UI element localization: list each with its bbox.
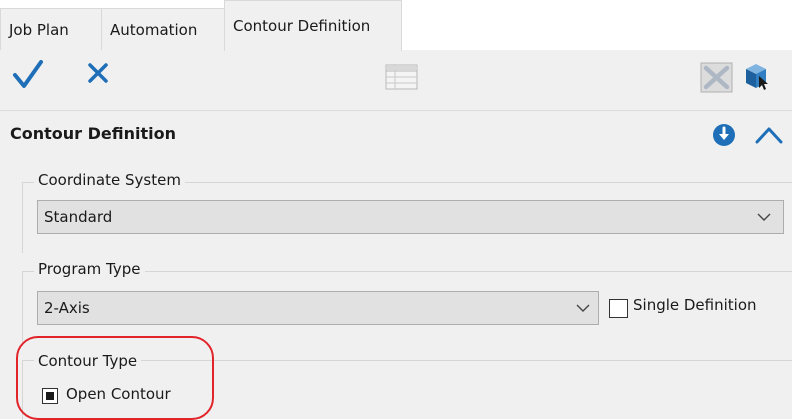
dropdown-value: Standard bbox=[44, 208, 113, 226]
checkmark-icon[interactable] bbox=[12, 58, 44, 96]
dropdown-value: 2-Axis bbox=[44, 299, 90, 317]
tab-contour-definition[interactable]: Contour Definition bbox=[224, 0, 402, 51]
close-icon[interactable] bbox=[86, 60, 110, 90]
highlight-annotation bbox=[16, 336, 214, 420]
chevron-up-icon[interactable] bbox=[754, 124, 784, 150]
program-type-dropdown[interactable]: 2-Axis bbox=[37, 291, 599, 325]
toolbar bbox=[0, 50, 792, 108]
tab-label: Contour Definition bbox=[233, 17, 371, 35]
tab-automation[interactable]: Automation bbox=[101, 8, 225, 50]
chevron-down-icon bbox=[576, 304, 590, 312]
contour-definition-panel: Job Plan Automation Contour Definition C… bbox=[0, 0, 792, 420]
tab-label: Automation bbox=[110, 21, 198, 39]
coordinate-system-dropdown[interactable]: Standard bbox=[37, 200, 784, 234]
tab-job-plan[interactable]: Job Plan bbox=[0, 8, 102, 50]
cube-select-icon[interactable] bbox=[741, 60, 771, 96]
chevron-down-icon bbox=[757, 213, 771, 221]
section-title: Contour Definition bbox=[10, 124, 176, 143]
single-definition-checkbox[interactable] bbox=[609, 299, 628, 318]
coordinate-system-label: Coordinate System bbox=[34, 171, 185, 189]
table-icon[interactable] bbox=[385, 61, 419, 95]
tab-label: Job Plan bbox=[9, 21, 69, 39]
download-circle-icon[interactable] bbox=[712, 123, 736, 151]
toolbar-divider bbox=[0, 110, 792, 111]
disabled-x-box-icon[interactable] bbox=[700, 62, 734, 98]
program-type-label: Program Type bbox=[34, 260, 145, 278]
tab-bar: Job Plan Automation Contour Definition bbox=[0, 0, 792, 51]
single-definition-label: Single Definition bbox=[633, 296, 757, 314]
